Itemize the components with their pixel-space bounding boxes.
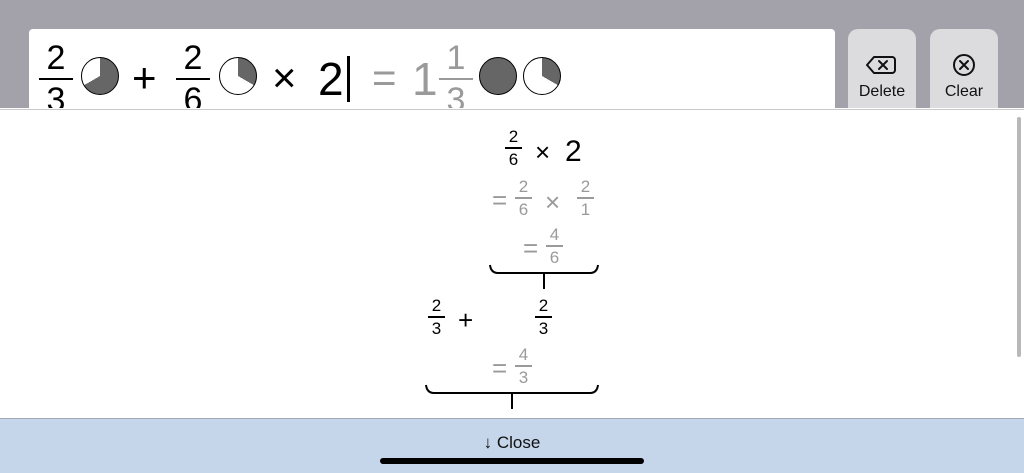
numerator: 2 [508,127,519,146]
numerator: 2 [538,296,549,315]
step2-operator: × [545,187,561,217]
step2-fraction-b: 2 1 [577,178,594,218]
denominator: 3 [431,318,442,338]
fraction-bar [39,78,73,80]
step2-fraction-a: 2 6 [515,178,532,218]
vertical-scrollbar[interactable] [1017,117,1021,357]
denominator: 1 [580,199,591,219]
fraction-term-1: 2 3 [39,41,73,108]
fraction-bar [515,197,532,199]
fraction-pie-icon [81,57,119,95]
step5-fraction: 4 3 [515,346,532,386]
numerator: 1 [446,39,466,77]
numerator: 2 [183,39,203,77]
denominator: 6 [508,149,519,169]
whole-pie-icon [479,57,517,95]
step4-fraction-b: 2 3 [535,297,552,337]
times-operator: × [272,54,297,101]
result-fraction: 1 3 [439,41,473,108]
fraction-bar [176,78,210,80]
fraction-bar [535,316,552,318]
numerator: 2 [431,296,442,315]
step2-equals: = [492,185,508,215]
fraction-term-2: 2 6 [176,41,210,108]
denominator: 3 [46,81,66,108]
step4-operator: + [458,305,474,335]
clear-label: Clear [944,83,984,100]
equals-sign: = [372,54,397,101]
fraction-pie-icon [219,57,257,95]
step1-operator: × [535,137,551,167]
step5-equals: = [492,353,508,383]
step3-equals: = [523,233,539,263]
numerator: 2 [580,177,591,196]
result-whole: 1 [412,53,438,105]
numerator: 2 [518,177,529,196]
step4-fraction-a: 2 3 [428,297,445,337]
group-brace [489,264,599,289]
close-button[interactable]: ↓ Close [0,433,1024,453]
numerator: 4 [518,345,529,364]
delete-button[interactable]: Delete [848,29,916,108]
group-brace [425,384,599,409]
denominator: 3 [446,81,466,108]
fraction-bar [439,78,473,80]
text-cursor [347,56,350,102]
step1-operand: 2 [565,135,582,168]
clear-button[interactable]: Clear [930,29,998,108]
clear-circle-icon [953,54,975,76]
numerator: 2 [46,39,66,77]
expression-input[interactable]: 2 3 + 2 6 × 2 = 1 1 3 [29,29,835,108]
denominator: 3 [538,318,549,338]
step1-fraction: 2 6 [505,128,522,168]
denominator: 6 [183,81,203,108]
fraction-pie-icon [523,57,561,95]
denominator: 6 [518,199,529,219]
delete-label: Delete [858,83,906,100]
fraction-bar [546,245,563,247]
home-indicator [380,458,644,464]
step3-fraction: 4 6 [546,226,563,266]
fraction-bar [428,316,445,318]
fraction-bar [505,147,522,149]
fraction-bar [577,197,594,199]
numerator: 4 [549,225,560,244]
plus-operator: + [132,54,157,101]
backspace-icon [866,56,896,74]
fraction-bar [515,365,532,367]
multiplier-value: 2 [318,53,344,105]
